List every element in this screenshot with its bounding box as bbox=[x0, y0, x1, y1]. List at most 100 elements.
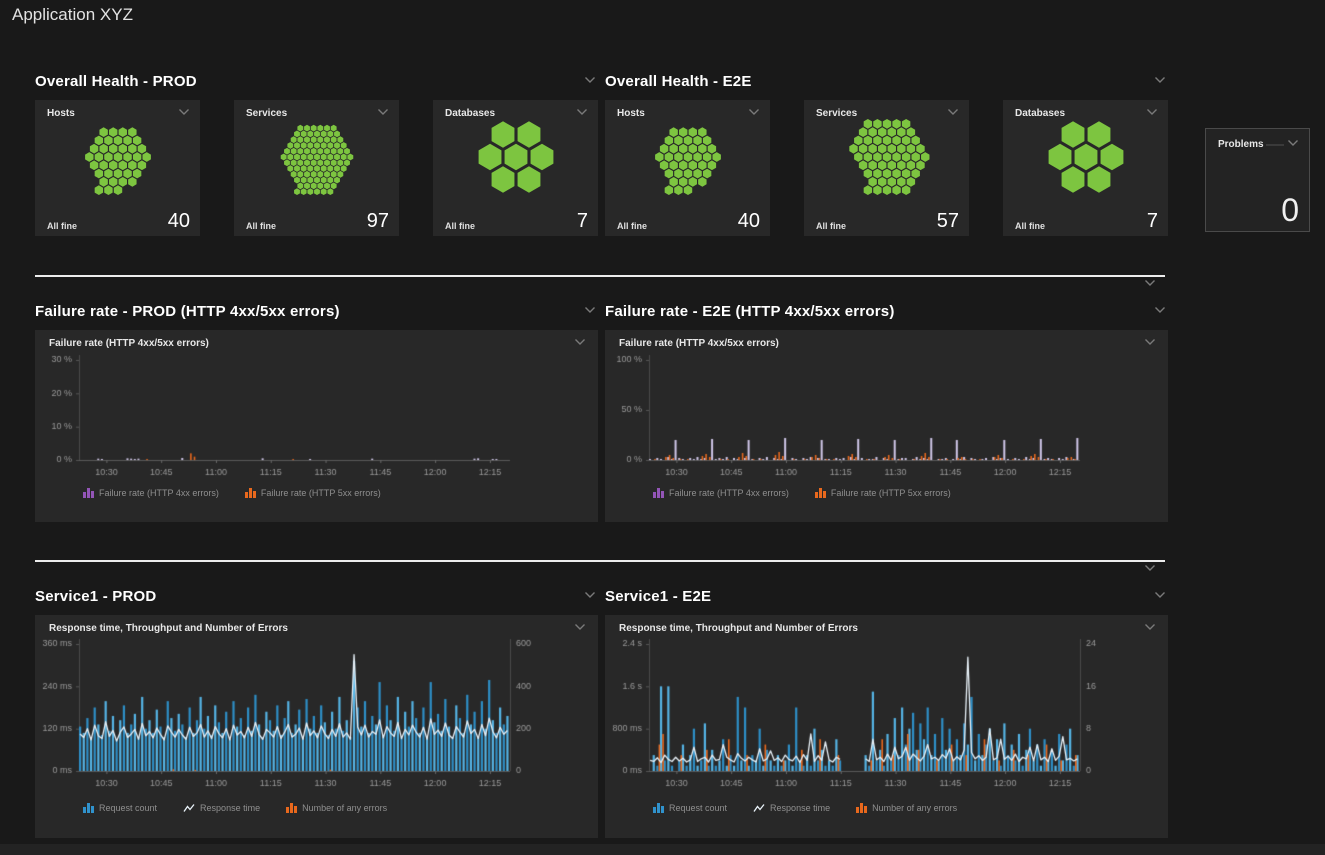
failure-e2e-chart-canvas[interactable] bbox=[605, 349, 1168, 484]
status-text: All fine bbox=[617, 221, 647, 231]
section-header-service1-prod: Service1 - PROD bbox=[35, 585, 598, 607]
chevron-down-icon[interactable] bbox=[178, 108, 192, 118]
count-value: 7 bbox=[577, 211, 588, 231]
section-title: Overall Health - PROD bbox=[35, 73, 197, 90]
bar-chart-icon bbox=[856, 803, 867, 813]
service-prod-chart-tile[interactable]: Response time, Throughput and Number of … bbox=[35, 615, 598, 838]
bar-chart-icon bbox=[83, 803, 94, 813]
section-header-service1-e2e: Service1 - E2E bbox=[605, 585, 1168, 607]
bar-chart-icon bbox=[653, 803, 664, 813]
problems-count: 0 bbox=[1281, 194, 1299, 226]
section-title: Failure rate - E2E (HTTP 4xx/5xx errors) bbox=[605, 303, 895, 320]
health-tile-hosts-prod[interactable]: Hosts All fine 40 bbox=[35, 100, 200, 236]
chevron-down-icon[interactable] bbox=[377, 108, 391, 118]
failure-prod-chart-tile[interactable]: Failure rate (HTTP 4xx/5xx errors) Failu… bbox=[35, 330, 598, 522]
count-value: 7 bbox=[1147, 211, 1158, 231]
honeycomb-chart[interactable] bbox=[234, 115, 399, 199]
legend-item-4xx[interactable]: Failure rate (HTTP 4xx errors) bbox=[653, 488, 789, 498]
dashboard: Application XYZ Overall Health - PROD Ov… bbox=[0, 0, 1325, 855]
legend-item-errors[interactable]: Number of any errors bbox=[856, 803, 957, 813]
chart-title: Response time, Throughput and Number of … bbox=[619, 623, 858, 634]
count-value: 57 bbox=[937, 211, 959, 231]
honeycomb-chart[interactable] bbox=[433, 115, 598, 199]
legend-label: Number of any errors bbox=[872, 803, 957, 813]
legend-item-request-count[interactable]: Request count bbox=[653, 803, 727, 813]
section-divider bbox=[35, 560, 1165, 562]
chevron-down-icon[interactable] bbox=[584, 306, 598, 316]
chevron-down-icon[interactable] bbox=[748, 108, 762, 118]
chart-title: Response time, Throughput and Number of … bbox=[49, 623, 288, 634]
legend-item-5xx[interactable]: Failure rate (HTTP 5xx errors) bbox=[815, 488, 951, 498]
honeycomb-chart[interactable] bbox=[1003, 115, 1168, 199]
chevron-down-icon[interactable] bbox=[1154, 306, 1168, 316]
tile-title: Problems bbox=[1218, 139, 1264, 150]
legend-label: Response time bbox=[200, 803, 260, 813]
tile-title: Services bbox=[246, 108, 287, 119]
chevron-down-icon[interactable] bbox=[1144, 338, 1158, 348]
chart-title: Failure rate (HTTP 4xx/5xx errors) bbox=[619, 338, 779, 349]
count-value: 40 bbox=[168, 211, 190, 231]
health-tile-hosts-e2e[interactable]: Hosts All fine 40 bbox=[605, 100, 770, 236]
honeycomb-chart[interactable] bbox=[35, 115, 200, 199]
bar-chart-icon bbox=[653, 488, 664, 498]
bar-chart-icon bbox=[245, 488, 256, 498]
chevron-down-icon[interactable] bbox=[584, 76, 598, 86]
health-tile-databases-e2e[interactable]: Databases All fine 7 bbox=[1003, 100, 1168, 236]
health-tile-services-e2e[interactable]: Services All fine 57 bbox=[804, 100, 969, 236]
failure-prod-chart-canvas[interactable] bbox=[35, 349, 598, 484]
chevron-down-icon[interactable] bbox=[1287, 139, 1301, 149]
legend-item-response-time[interactable]: Response time bbox=[183, 803, 260, 813]
section-header-failure-e2e: Failure rate - E2E (HTTP 4xx/5xx errors) bbox=[605, 300, 1168, 322]
section-title: Service1 - PROD bbox=[35, 588, 156, 605]
service-e2e-chart-tile[interactable]: Response time, Throughput and Number of … bbox=[605, 615, 1168, 838]
chevron-down-icon[interactable] bbox=[1154, 591, 1168, 601]
chart-legend: Request count Response time Number of an… bbox=[653, 803, 1168, 813]
status-text: All fine bbox=[1015, 221, 1045, 231]
legend-label: Failure rate (HTTP 5xx errors) bbox=[831, 488, 951, 498]
legend-item-errors[interactable]: Number of any errors bbox=[286, 803, 387, 813]
legend-item-response-time[interactable]: Response time bbox=[753, 803, 830, 813]
legend-label: Response time bbox=[770, 803, 830, 813]
failure-e2e-chart-tile[interactable]: Failure rate (HTTP 4xx/5xx errors) Failu… bbox=[605, 330, 1168, 522]
chevron-down-icon[interactable] bbox=[1144, 564, 1158, 574]
section-title: Failure rate - PROD (HTTP 4xx/5xx errors… bbox=[35, 303, 340, 320]
legend-label: Number of any errors bbox=[302, 803, 387, 813]
status-text: All fine bbox=[246, 221, 276, 231]
service-e2e-chart-canvas[interactable] bbox=[605, 634, 1168, 794]
tile-title: Databases bbox=[1015, 108, 1065, 119]
chevron-down-icon[interactable] bbox=[1144, 623, 1158, 633]
honeycomb-chart[interactable] bbox=[804, 115, 969, 199]
health-tile-databases-prod[interactable]: Databases All fine 7 bbox=[433, 100, 598, 236]
tile-title: Services bbox=[816, 108, 857, 119]
service-prod-chart-canvas[interactable] bbox=[35, 634, 598, 794]
chevron-down-icon[interactable] bbox=[1154, 76, 1168, 86]
section-header-overall-health-e2e: Overall Health - E2E bbox=[605, 70, 1168, 92]
chevron-down-icon[interactable] bbox=[574, 338, 588, 348]
chevron-down-icon[interactable] bbox=[1146, 108, 1160, 118]
legend-item-request-count[interactable]: Request count bbox=[83, 803, 157, 813]
chevron-down-icon[interactable] bbox=[584, 591, 598, 601]
section-divider bbox=[35, 275, 1165, 277]
page-title: Application XYZ bbox=[12, 5, 133, 25]
honeycomb-chart[interactable] bbox=[605, 115, 770, 199]
chevron-down-icon[interactable] bbox=[576, 108, 590, 118]
chevron-down-icon[interactable] bbox=[574, 623, 588, 633]
chevron-down-icon[interactable] bbox=[947, 108, 961, 118]
status-text: All fine bbox=[816, 221, 846, 231]
legend-label: Request count bbox=[669, 803, 727, 813]
problems-tile[interactable]: Problems 0 bbox=[1205, 128, 1310, 232]
bar-chart-icon bbox=[815, 488, 826, 498]
legend-item-5xx[interactable]: Failure rate (HTTP 5xx errors) bbox=[245, 488, 381, 498]
chart-legend: Request count Response time Number of an… bbox=[83, 803, 598, 813]
tile-title: Hosts bbox=[617, 108, 645, 119]
chart-legend: Failure rate (HTTP 4xx errors) Failure r… bbox=[83, 488, 598, 498]
count-value: 40 bbox=[738, 211, 760, 231]
section-title: Overall Health - E2E bbox=[605, 73, 752, 90]
legend-item-4xx[interactable]: Failure rate (HTTP 4xx errors) bbox=[83, 488, 219, 498]
status-text: All fine bbox=[47, 221, 77, 231]
dashboard-edge bbox=[0, 844, 1325, 855]
section-header-failure-prod: Failure rate - PROD (HTTP 4xx/5xx errors… bbox=[35, 300, 598, 322]
tile-title: Databases bbox=[445, 108, 495, 119]
health-tile-services-prod[interactable]: Services All fine 97 bbox=[234, 100, 399, 236]
chevron-down-icon[interactable] bbox=[1144, 279, 1158, 289]
